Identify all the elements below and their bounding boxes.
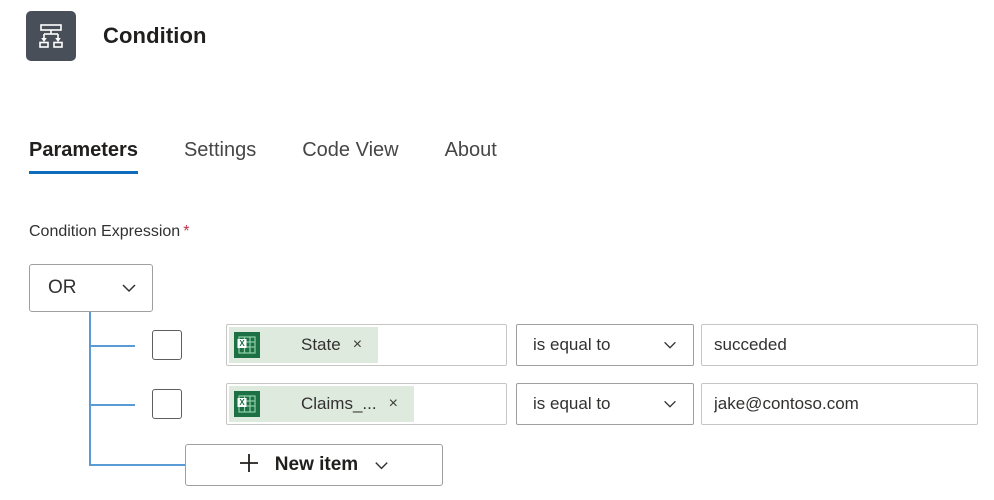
chevron-down-icon (661, 395, 679, 413)
svg-text:X: X (239, 339, 245, 348)
group-operator-value: OR (48, 277, 77, 299)
tree-connector-branch-row-1 (89, 345, 135, 347)
new-item-button[interactable]: New item (185, 444, 443, 486)
condition-row (152, 383, 182, 425)
chevron-down-icon (661, 336, 679, 354)
chevron-down-icon (119, 278, 139, 298)
operand-token-2[interactable]: X Claims_... × (229, 386, 414, 422)
operator-value-2: is equal to (533, 394, 611, 414)
value-input-2[interactable]: jake@contoso.com (701, 383, 978, 425)
operand-token-remove-1[interactable]: × (349, 335, 366, 355)
condition-row (152, 324, 182, 366)
condition-expression-builder: OR X (0, 0, 994, 500)
new-item-label: New item (275, 454, 358, 476)
value-input-1-text: succeded (714, 335, 787, 355)
operator-dropdown-1[interactable]: is equal to (516, 324, 694, 366)
tree-connector-branch-new-item (89, 464, 186, 466)
group-operator-dropdown[interactable]: OR (29, 264, 153, 312)
operator-dropdown-2[interactable]: is equal to (516, 383, 694, 425)
plus-icon (237, 451, 261, 480)
svg-text:X: X (239, 398, 245, 407)
operand-token-1[interactable]: X State × (229, 327, 378, 363)
row-checkbox-2[interactable] (152, 389, 182, 419)
operand-field-2[interactable]: X Claims_... × (226, 383, 507, 425)
excel-icon: X (231, 329, 263, 361)
tree-connector-branch-row-2 (89, 404, 135, 406)
operand-token-label-1: State (265, 335, 349, 355)
operator-value-1: is equal to (533, 335, 611, 355)
chevron-down-icon (372, 456, 391, 475)
operand-field-1[interactable]: X State × (226, 324, 507, 366)
row-checkbox-1[interactable] (152, 330, 182, 360)
value-input-1[interactable]: succeded (701, 324, 978, 366)
operand-token-label-2: Claims_... (265, 394, 385, 414)
operand-token-remove-2[interactable]: × (385, 394, 402, 414)
tree-connector-vertical (89, 312, 91, 466)
value-input-2-text: jake@contoso.com (714, 394, 859, 414)
excel-icon: X (231, 388, 263, 420)
